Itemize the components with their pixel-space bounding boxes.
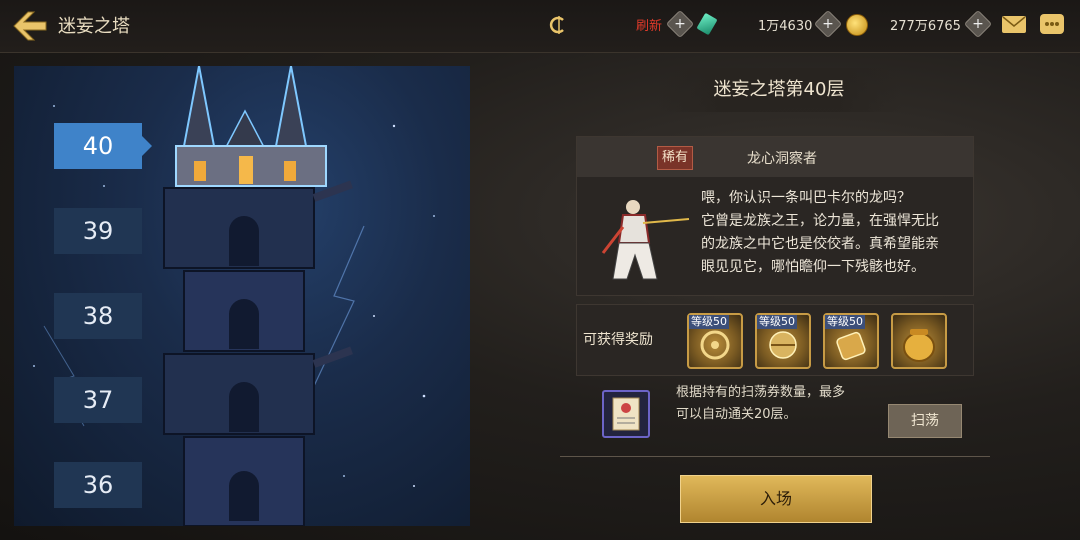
reward-bar: 可获得奖励 等级50 等级50 等级50 [576,304,974,376]
npc-dialog: 喂，你认识一条叫巴卡尔的龙吗？ 它曾是龙族之王，论力量，在强悍无比 的龙族之中它… [701,187,971,279]
refresh-label: 刷新 [636,19,663,34]
floor-button-36[interactable]: 36 [54,462,142,508]
enter-button[interactable]: 入场 [680,475,872,523]
level-badge: 等级50 [825,315,865,329]
level-badge: 等级50 [757,315,797,329]
tower-illustration [163,66,353,526]
npc-header: 稀有 龙心洞察者 [577,137,973,177]
sweep-text-line: 根据持有的扫荡券数量，最多 [676,385,846,400]
plus-icon: + [674,16,686,32]
gem-amount: 1万4630 [758,19,813,34]
npc-portrait [601,200,690,280]
gem-add-button[interactable]: + [813,9,843,39]
reward-item-orb[interactable]: 等级50 [755,313,811,369]
gold-pot-icon [903,329,935,362]
top-bar: 迷妄之塔 刷新 + 1万4630 + 277万6765 + [0,0,1080,53]
gem-icon [696,12,718,36]
dialog-line: 眼见见它，哪怕瞻仰一下残骸也好。 [701,259,925,275]
rarity-badge: 稀有 [657,146,693,170]
plus-icon: + [972,16,984,32]
npc-card: 稀有 龙心洞察者 喂，你认识一条叫巴卡尔的龙吗？ 它曾是龙族之王，论力量，在强悍… [576,136,974,296]
sweep-button[interactable]: 扫荡 [888,404,962,438]
reward-item-scroll[interactable]: 等级50 [823,313,879,369]
reward-label: 可获得奖励 [583,332,653,348]
level-badge: 等级50 [689,315,729,329]
sweep-description: 根据持有的扫荡券数量，最多 可以自动通关20层。 [676,382,876,426]
chat-icon[interactable] [1040,14,1064,34]
refresh-add-button[interactable]: + [665,9,695,39]
sweep-ticket [602,390,650,438]
back-button[interactable] [10,8,50,44]
floor-button-38[interactable]: 38 [54,293,142,339]
back-arrow-icon [13,11,47,41]
divider [560,456,990,457]
tower-panel: 40 39 38 37 36 [14,66,470,526]
gold-amount: 277万6765 [890,19,961,34]
floor-button-39[interactable]: 39 [54,208,142,254]
refresh-cycle-icon[interactable] [548,14,570,36]
gold-coin-icon [846,14,868,36]
plus-icon: + [822,16,834,32]
floor-button-37[interactable]: 37 [54,377,142,423]
floor-title: 迷妄之塔第40层 [656,68,902,112]
floor-button-40[interactable]: 40 [54,123,152,169]
sweep-text-line: 可以自动通关20层。 [676,407,797,422]
dialog-line: 喂，你认识一条叫巴卡尔的龙吗？ [701,190,911,206]
page-title: 迷妄之塔 [58,16,130,37]
reward-item-gear[interactable]: 等级50 [687,313,743,369]
sweep-ticket-icon [612,397,640,431]
reward-item-gold-pot[interactable] [891,313,947,369]
mail-icon[interactable] [1002,16,1026,33]
npc-name: 龙心洞察者 [747,151,817,167]
gold-add-button[interactable]: + [963,9,993,39]
dialog-line: 的龙族之中它也是佼佼者。真希望能亲 [701,236,939,252]
dialog-line: 它曾是龙族之王，论力量，在强悍无比 [701,213,939,229]
